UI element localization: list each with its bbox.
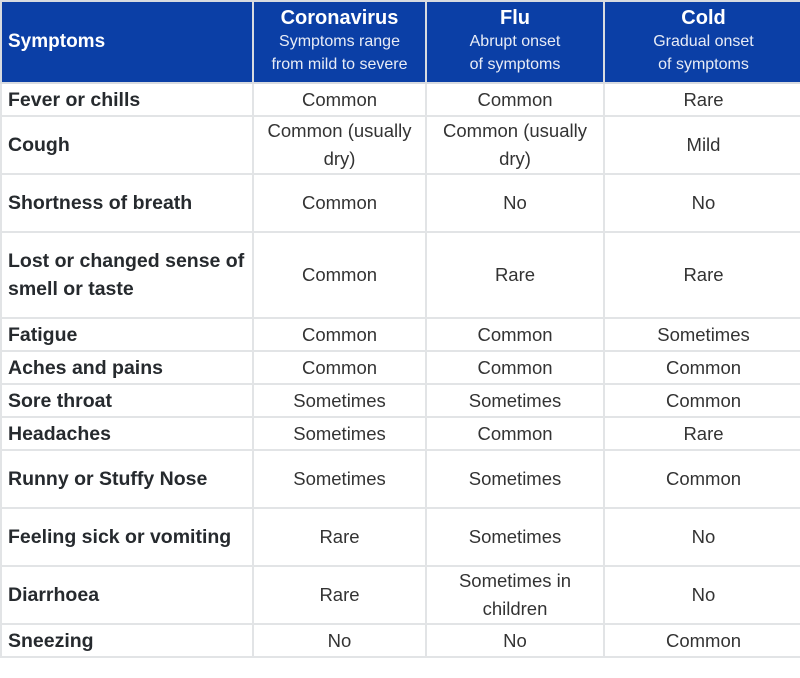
symptom-cell: Shortness of breath (0, 173, 254, 233)
symptom-cell: Headaches (0, 416, 254, 451)
header-coronavirus-desc-1: Symptoms range (279, 33, 400, 50)
symptom-cell: Fatigue (0, 317, 254, 352)
symptom-cell: Lost or changed sense of smell or taste (0, 231, 254, 319)
header-flu-desc-2: of symptoms (469, 56, 561, 73)
header-flu: Flu Abrupt onset of symptoms (425, 0, 605, 84)
table-row: Diarrhoea Rare Sometimes in children No (0, 565, 800, 625)
coronavirus-cell: Common (252, 173, 427, 233)
table-row: Runny or Stuffy Nose Sometimes Sometimes… (0, 449, 800, 509)
table-row: Cough Common (usually dry) Common (usual… (0, 115, 800, 175)
coronavirus-cell: Sometimes (252, 416, 427, 451)
coronavirus-cell: Common (usually dry) (252, 115, 427, 175)
flu-cell: Rare (425, 231, 605, 319)
table-row: Sore throat Sometimes Sometimes Common (0, 383, 800, 418)
cold-cell: Common (603, 350, 800, 385)
flu-cell: No (425, 173, 605, 233)
cold-cell: Rare (603, 416, 800, 451)
table-body: Fever or chills Common Common Rare Cough… (0, 82, 800, 658)
coronavirus-cell: Sometimes (252, 383, 427, 418)
flu-cell: Sometimes in children (425, 565, 605, 625)
table-row: Aches and pains Common Common Common (0, 350, 800, 385)
flu-cell: Sometimes (425, 383, 605, 418)
header-cold-desc-1: Gradual onset (653, 33, 754, 50)
cold-cell: Rare (603, 82, 800, 117)
flu-cell: No (425, 623, 605, 658)
table-row: Fatigue Common Common Sometimes (0, 317, 800, 352)
table-row: Fever or chills Common Common Rare (0, 82, 800, 117)
cold-cell: No (603, 565, 800, 625)
header-cold-name: Cold (681, 7, 726, 29)
header-row: Symptoms Coronavirus Symptoms range from… (0, 0, 800, 84)
cold-cell: No (603, 507, 800, 567)
flu-cell: Sometimes (425, 507, 605, 567)
symptom-cell: Aches and pains (0, 350, 254, 385)
flu-cell: Common (425, 350, 605, 385)
symptom-cell: Sneezing (0, 623, 254, 658)
flu-cell: Common (425, 82, 605, 117)
cold-cell: Common (603, 383, 800, 418)
table-header: Symptoms Coronavirus Symptoms range from… (0, 0, 800, 84)
coronavirus-cell: No (252, 623, 427, 658)
header-flu-name: Flu (500, 7, 530, 29)
coronavirus-cell: Rare (252, 565, 427, 625)
cold-cell: Rare (603, 231, 800, 319)
symptom-cell: Fever or chills (0, 82, 254, 117)
table-row: Shortness of breath Common No No (0, 173, 800, 233)
header-cold-desc-2: of symptoms (658, 56, 749, 73)
coronavirus-cell: Common (252, 82, 427, 117)
flu-cell: Common (425, 317, 605, 352)
symptom-cell: Cough (0, 115, 254, 175)
flu-cell: Common (usually dry) (425, 115, 605, 175)
flu-cell: Common (425, 416, 605, 451)
coronavirus-cell: Common (252, 317, 427, 352)
symptom-cell: Runny or Stuffy Nose (0, 449, 254, 509)
cold-cell: No (603, 173, 800, 233)
coronavirus-cell: Sometimes (252, 449, 427, 509)
cold-cell: Common (603, 623, 800, 658)
coronavirus-cell: Common (252, 231, 427, 319)
cold-cell: Common (603, 449, 800, 509)
coronavirus-cell: Rare (252, 507, 427, 567)
symptom-cell: Diarrhoea (0, 565, 254, 625)
header-cold: Cold Gradual onset of symptoms (603, 0, 800, 84)
table-row: Sneezing No No Common (0, 623, 800, 658)
symptom-comparison-table: Symptoms Coronavirus Symptoms range from… (0, 0, 800, 658)
table-row: Headaches Sometimes Common Rare (0, 416, 800, 451)
header-symptoms: Symptoms (0, 0, 254, 84)
header-coronavirus-name: Coronavirus (280, 7, 399, 29)
symptom-cell: Feeling sick or vomiting (0, 507, 254, 567)
header-coronavirus: Coronavirus Symptoms range from mild to … (252, 0, 427, 84)
cold-cell: Mild (603, 115, 800, 175)
flu-cell: Sometimes (425, 449, 605, 509)
symptom-cell: Sore throat (0, 383, 254, 418)
cold-cell: Sometimes (603, 317, 800, 352)
table-row: Feeling sick or vomiting Rare Sometimes … (0, 507, 800, 567)
table-row: Lost or changed sense of smell or taste … (0, 231, 800, 319)
header-flu-desc-1: Abrupt onset (469, 33, 561, 50)
coronavirus-cell: Common (252, 350, 427, 385)
header-coronavirus-desc-2: from mild to severe (271, 56, 408, 73)
